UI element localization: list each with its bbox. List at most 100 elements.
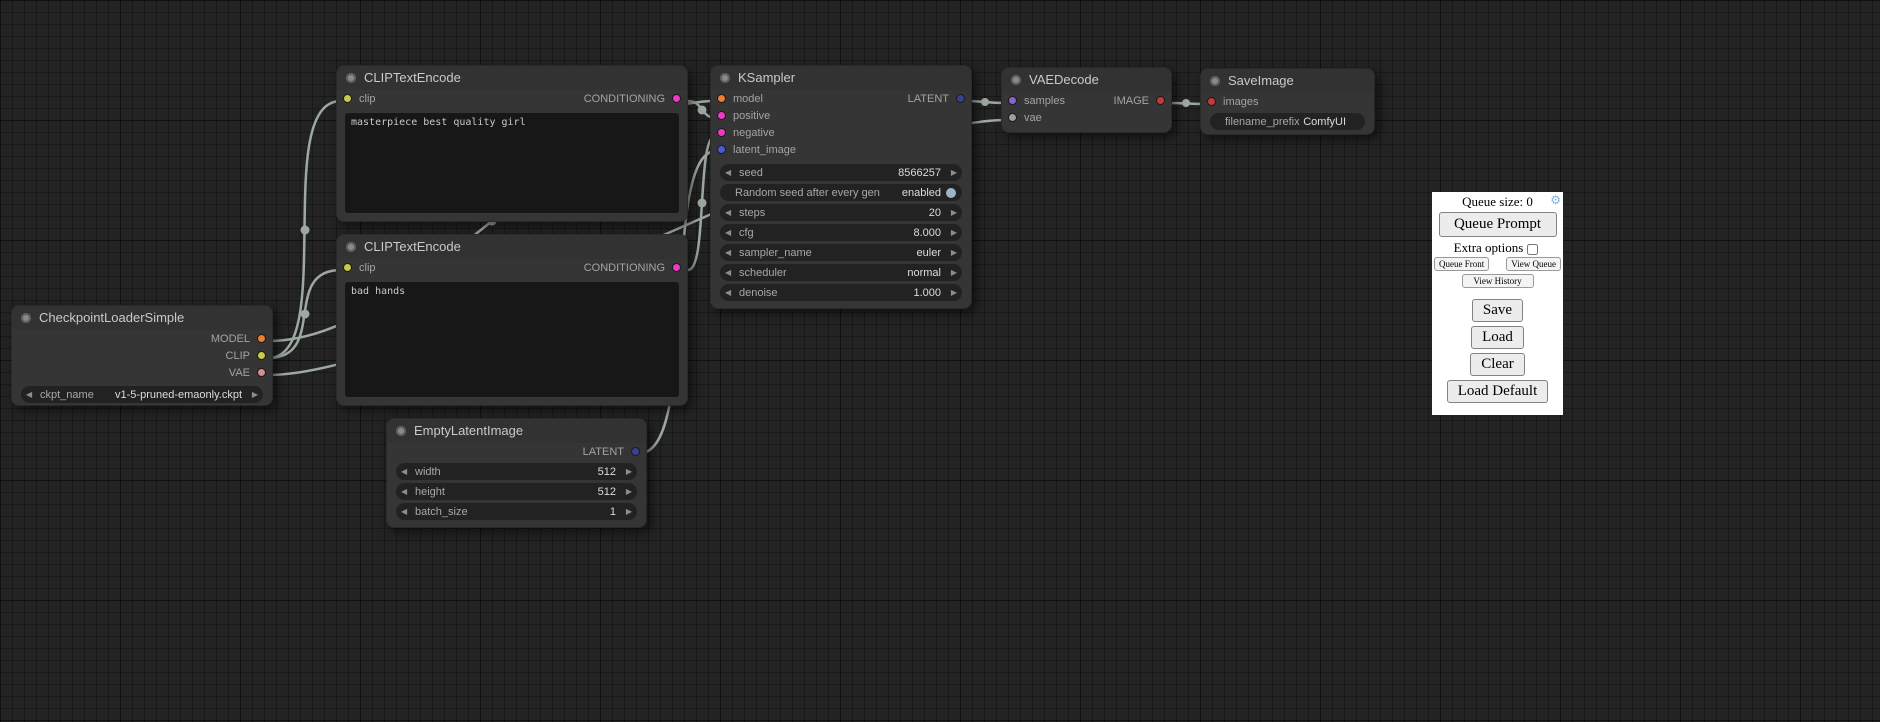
widget-filename-prefix[interactable]: filename_prefix ComfyUI [1210,113,1365,130]
prompt-textarea[interactable]: bad hands [345,282,679,397]
clear-button[interactable]: Clear [1470,353,1524,376]
increment-arrow-icon[interactable]: ▶ [946,204,957,221]
input-dot-latent-image[interactable] [717,145,726,154]
output-slot-latent: LATENT [908,93,962,105]
slot-label: CLIP [226,350,250,362]
node-clip-text-encode-positive[interactable]: CLIPTextEncode clip CONDITIONING masterp… [336,65,688,222]
queue-front-button[interactable]: Queue Front [1434,257,1489,271]
decrement-arrow-icon[interactable]: ◀ [725,264,736,281]
input-slot-vae: vae [1011,112,1042,124]
output-dot-clip[interactable] [257,351,266,360]
slot-label: VAE [229,367,250,379]
widget-steps[interactable]: ◀ steps 20 ▶ [720,204,962,221]
widget-value: 8566257 [898,167,941,179]
widget-scheduler[interactable]: ◀ scheduler normal ▶ [720,264,962,281]
decrement-arrow-icon[interactable]: ◀ [725,204,736,221]
output-slot-model: MODEL [211,333,263,345]
link-midpoint-dot [301,226,310,235]
decrement-arrow-icon[interactable]: ◀ [725,244,736,261]
input-dot-clip[interactable] [343,94,352,103]
slot-label: model [733,93,763,105]
increment-arrow-icon[interactable]: ▶ [946,164,957,181]
increment-arrow-icon[interactable]: ▶ [621,483,632,500]
widget-value: 512 [598,486,616,498]
output-dot-latent[interactable] [956,94,965,103]
output-dot-image[interactable] [1156,96,1165,105]
increment-arrow-icon[interactable]: ▶ [946,224,957,241]
view-queue-button[interactable]: View Queue [1506,257,1561,271]
widget-width[interactable]: ◀ width 512 ▶ [396,463,637,480]
input-dot-positive[interactable] [717,111,726,120]
node-empty-latent-image[interactable]: EmptyLatentImage LATENT ◀ width 512 ▶ ◀ … [386,418,647,528]
widget-denoise[interactable]: ◀ denoise 1.000 ▶ [720,284,962,301]
node-title-text: CheckpointLoaderSimple [39,310,184,325]
widget-seed[interactable]: ◀ seed 8566257 ▶ [720,164,962,181]
node-title: VAEDecode [1002,68,1171,92]
view-history-button[interactable]: View History [1462,274,1534,288]
output-dot-conditioning[interactable] [672,94,681,103]
increment-arrow-icon[interactable]: ▶ [621,503,632,520]
settings-gear-icon[interactable]: ⚙ [1550,193,1561,208]
link-midpoint-dot [698,199,707,208]
node-title-text: EmptyLatentImage [414,423,523,438]
collapse-dot-icon[interactable] [346,73,356,83]
decrement-arrow-icon[interactable]: ◀ [401,483,412,500]
node-ksampler[interactable]: KSampler model LATENT positive negative … [710,65,972,309]
widget-batch-size[interactable]: ◀ batch_size 1 ▶ [396,503,637,520]
input-dot-clip[interactable] [343,263,352,272]
widget-label: ckpt_name [40,389,94,401]
input-dot-images[interactable] [1207,97,1216,106]
prompt-textarea[interactable]: masterpiece best quality girl [345,113,679,213]
input-dot-samples[interactable] [1008,96,1017,105]
collapse-dot-icon[interactable] [1210,76,1220,86]
load-button[interactable]: Load [1471,326,1524,349]
widget-label: cfg [739,227,754,239]
node-checkpoint-loader-simple[interactable]: CheckpointLoaderSimple MODEL CLIP VAE ◀ … [11,305,273,406]
increment-arrow-icon[interactable]: ▶ [247,386,258,403]
widget-label: seed [739,167,763,179]
input-dot-model[interactable] [717,94,726,103]
widget-value: 8.000 [913,227,941,239]
input-dot-negative[interactable] [717,128,726,137]
increment-arrow-icon[interactable]: ▶ [621,463,632,480]
widget-ckpt-name[interactable]: ◀ ckpt_name v1-5-pruned-emaonly.ckpt ▶ [21,386,263,403]
decrement-arrow-icon[interactable]: ◀ [401,463,412,480]
node-save-image[interactable]: SaveImage images filename_prefix ComfyUI [1200,68,1375,135]
queue-prompt-button[interactable]: Queue Prompt [1439,212,1557,237]
output-dot-latent[interactable] [631,447,640,456]
collapse-dot-icon[interactable] [21,313,31,323]
widget-cfg[interactable]: ◀ cfg 8.000 ▶ [720,224,962,241]
slot-label: CONDITIONING [584,262,665,274]
extra-options-checkbox[interactable] [1527,244,1538,255]
widget-random-seed-toggle[interactable]: Random seed after every gen enabled [720,184,962,201]
input-dot-vae[interactable] [1008,113,1017,122]
output-dot-vae[interactable] [257,368,266,377]
decrement-arrow-icon[interactable]: ◀ [725,224,736,241]
node-vae-decode[interactable]: VAEDecode samples IMAGE vae [1001,67,1172,133]
widget-sampler-name[interactable]: ◀ sampler_name euler ▶ [720,244,962,261]
decrement-arrow-icon[interactable]: ◀ [725,284,736,301]
load-default-button[interactable]: Load Default [1447,380,1549,403]
input-slot-images: images [1210,96,1258,108]
extra-options-row: Extra options [1432,239,1563,256]
node-title: EmptyLatentImage [387,419,646,443]
decrement-arrow-icon[interactable]: ◀ [401,503,412,520]
node-clip-text-encode-negative[interactable]: CLIPTextEncode clip CONDITIONING bad han… [336,234,688,406]
decrement-arrow-icon[interactable]: ◀ [725,164,736,181]
increment-arrow-icon[interactable]: ▶ [946,264,957,281]
increment-arrow-icon[interactable]: ▶ [946,284,957,301]
decrement-arrow-icon[interactable]: ◀ [26,386,37,403]
widget-label: batch_size [415,506,468,518]
slot-label: samples [1024,95,1065,107]
output-dot-conditioning[interactable] [672,263,681,272]
widget-value: 20 [929,207,941,219]
collapse-dot-icon[interactable] [720,73,730,83]
widget-height[interactable]: ◀ height 512 ▶ [396,483,637,500]
save-button[interactable]: Save [1472,299,1523,322]
collapse-dot-icon[interactable] [346,242,356,252]
toggle-enabled-icon[interactable] [946,188,956,198]
collapse-dot-icon[interactable] [396,426,406,436]
output-dot-model[interactable] [257,334,266,343]
collapse-dot-icon[interactable] [1011,75,1021,85]
increment-arrow-icon[interactable]: ▶ [946,244,957,261]
